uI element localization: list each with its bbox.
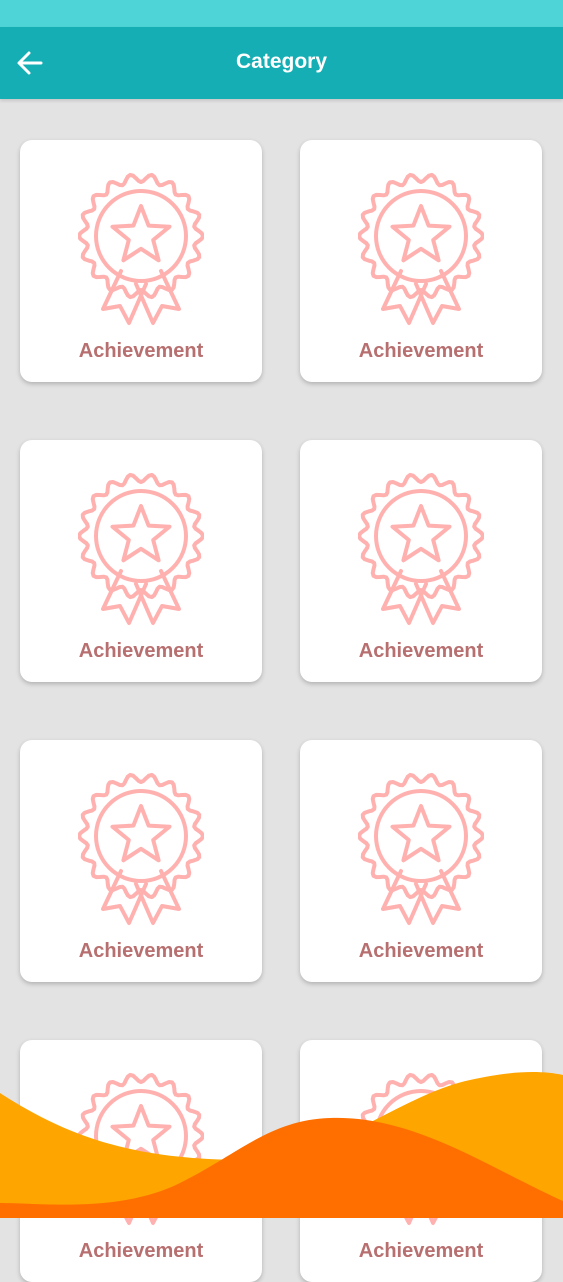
category-label: Achievement [78,340,204,362]
award-ribbon-icon [78,1072,204,1225]
category-card[interactable]: Achievement [300,140,542,382]
category-card[interactable]: Achievement [300,740,542,982]
page-title: Category [235,50,328,73]
category-label: Achievement [358,340,484,362]
award-ribbon-icon [78,172,204,325]
category-card[interactable]: Achievement [300,1040,542,1282]
award-ribbon-icon [358,772,484,925]
award-ribbon-icon [358,1072,484,1225]
status-bar [0,0,563,27]
category-card[interactable]: Achievement [20,1040,262,1282]
category-card[interactable]: Achievement [20,440,262,682]
arrow-left-icon [17,51,43,75]
award-ribbon-icon [358,472,484,625]
award-ribbon-icon [358,172,484,325]
category-label: Achievement [78,640,204,662]
category-label: Achievement [358,940,484,962]
category-card[interactable]: Achievement [20,740,262,982]
award-ribbon-icon [78,772,204,925]
category-label: Achievement [358,1240,484,1262]
category-label: Achievement [78,940,204,962]
award-ribbon-icon [78,472,204,625]
category-grid: Achievement Achievement Achievement Achi… [0,99,563,1282]
category-label: Achievement [358,640,484,662]
category-card[interactable]: Achievement [20,140,262,382]
category-card[interactable]: Achievement [300,440,542,682]
back-button[interactable] [10,45,50,81]
app-bar: Category [0,27,563,99]
category-label: Achievement [78,1240,204,1262]
